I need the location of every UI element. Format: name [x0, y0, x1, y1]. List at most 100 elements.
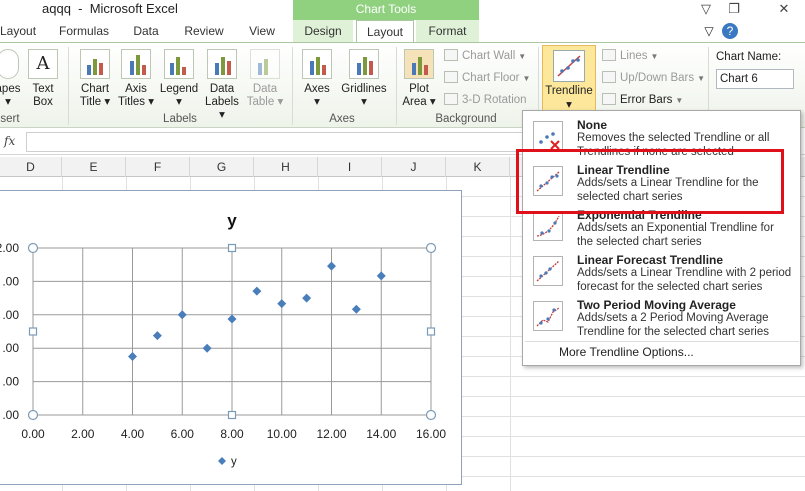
3d-rotation-button[interactable]: 3-D Rotation	[444, 91, 527, 109]
chart-title-button[interactable]: Chart Title ▾	[76, 49, 114, 109]
scatter-chart[interactable]: y 0.00 2.00 4.00 6.00 8.00 10.00 12.00 14.00 16.0…	[0, 190, 462, 485]
trendline-caret: ▾	[566, 99, 572, 111]
chart-svg: y 0.00 2.00 4.00 6.00 8.00 10.00 12.00 14.00 16.0…	[0, 211, 446, 468]
group-axes-label: Axes	[329, 113, 355, 125]
chart-name-input[interactable]: Chart 6	[716, 69, 794, 89]
menu-item-moving-average[interactable]: Two Period Moving Average Adds/sets a 2 …	[525, 295, 799, 340]
tab-page-layout[interactable]: Layout	[0, 20, 36, 42]
restore-icon[interactable]: ❐	[720, 0, 748, 20]
selection-handle	[426, 327, 436, 336]
trendline-label: Trendline	[545, 85, 593, 97]
minimize-icon[interactable]: ▽	[692, 0, 720, 20]
chart-floor-button[interactable]: Chart Floor ▼	[444, 69, 530, 87]
chart-wall-label: Chart Wall	[462, 50, 516, 62]
plot-area-icon	[404, 49, 434, 79]
group-insert-label: sert	[0, 113, 20, 125]
more-trendline-options[interactable]: More Trendline Options...	[525, 341, 799, 363]
axes-label: Axes	[304, 83, 330, 95]
lines-button[interactable]: Lines ▼	[602, 47, 658, 65]
y-tick-label: .00	[2, 408, 19, 422]
help-icon[interactable]: ?	[722, 23, 738, 39]
selection-handle	[227, 410, 237, 420]
updown-bars-button[interactable]: Up/Down Bars ▼	[602, 69, 705, 87]
x-tick-label: 4.00	[121, 427, 145, 441]
group-background-label: Background	[435, 113, 497, 125]
chevron-down-icon: ▼	[697, 74, 706, 83]
data-point	[152, 331, 162, 341]
text-box-label-1: Text	[32, 83, 54, 95]
selection-handle	[425, 242, 437, 254]
selection-handle	[27, 242, 39, 254]
tab-layout[interactable]: Layout	[356, 20, 414, 43]
menu-item-desc: Adds/sets a Linear Trendline with 2 peri…	[577, 267, 792, 293]
function-icon[interactable]: fx	[4, 134, 15, 148]
tab-review[interactable]: Review	[180, 20, 228, 42]
linear-forecast-icon	[533, 256, 563, 286]
tab-formulas[interactable]: Formulas	[56, 20, 112, 42]
column-header[interactable]: G	[190, 157, 254, 177]
group-labels-label: Labels	[163, 113, 197, 125]
x-tick-label: 8.00	[220, 427, 244, 441]
plot-area-button[interactable]: Plot Area ▾	[400, 49, 438, 109]
column-header[interactable]: D	[0, 157, 62, 177]
tab-data[interactable]: Data	[128, 20, 164, 42]
plot-area-label-1: Plot	[409, 83, 429, 95]
axis-titles-button[interactable]: Axis Titles ▾	[116, 49, 156, 109]
chart-floor-icon	[444, 71, 458, 83]
column-header[interactable]: E	[62, 157, 126, 177]
formula-input[interactable]	[26, 132, 526, 152]
shapes-button[interactable]: apes ▾	[0, 49, 22, 109]
data-labels-button[interactable]: Data Labels ▾	[202, 49, 242, 122]
column-header[interactable]: H	[254, 157, 318, 177]
collapse-ribbon-icon[interactable]: ▽	[700, 23, 718, 39]
chart-wall-icon	[444, 49, 458, 61]
axes-icon	[302, 49, 332, 79]
title-bar: aqqq - Microsoft Excel Chart Tools ▽ ❐ ✕	[0, 0, 805, 22]
gridlines-button[interactable]: Gridlines ▾	[340, 49, 388, 109]
lines-icon	[602, 49, 616, 61]
gridlines-icon	[349, 49, 379, 79]
chart-wall-button[interactable]: Chart Wall ▼	[444, 47, 526, 65]
menu-item-title: None	[577, 118, 607, 132]
close-icon[interactable]: ✕	[770, 0, 798, 20]
trendline-icon	[553, 50, 585, 82]
legend-icon	[164, 49, 194, 79]
data-point	[376, 271, 386, 281]
x-tick-label: 12.00	[316, 427, 346, 441]
shapes-caret: ▾	[5, 96, 11, 108]
menu-item-linear-forecast-trendline[interactable]: Linear Forecast Trendline Adds/sets a Li…	[525, 250, 799, 295]
y-tick-label: .00	[2, 308, 19, 322]
data-table-button[interactable]: Data Table ▾	[244, 49, 286, 109]
axes-button[interactable]: Axes ▾	[298, 49, 336, 109]
legend-caret: ▾	[176, 96, 182, 108]
chart-tools-header: Chart Tools	[293, 0, 479, 20]
data-point	[252, 286, 262, 296]
axes-caret: ▾	[314, 96, 320, 108]
error-bars-button[interactable]: Error Bars ▼	[602, 91, 683, 109]
tab-format[interactable]: Format	[416, 20, 479, 42]
no-trendline-icon	[533, 121, 563, 151]
axis-titles-label-2: Titles ▾	[117, 96, 155, 108]
chart-title-icon	[80, 49, 110, 79]
data-point	[302, 293, 312, 303]
column-header[interactable]: K	[446, 157, 510, 177]
error-bars-icon	[602, 93, 616, 105]
chart-title-label-1: Chart	[80, 83, 110, 95]
selection-handle	[28, 327, 38, 336]
legend-marker	[218, 457, 226, 465]
column-header[interactable]: J	[382, 157, 446, 177]
ribbon-separator	[68, 47, 69, 125]
x-tick-label: 10.00	[267, 427, 297, 441]
tab-design[interactable]: Design	[293, 20, 353, 42]
tab-view[interactable]: View	[245, 20, 279, 42]
lines-label: Lines	[620, 50, 648, 62]
legend-button[interactable]: Legend ▾	[158, 49, 200, 109]
error-bars-label: Error Bars	[620, 94, 673, 106]
text-box-button[interactable]: A Text Box	[28, 49, 58, 109]
data-point	[227, 314, 237, 324]
grid-line	[510, 177, 511, 491]
axis-titles-label-1: Axis	[125, 83, 147, 95]
column-header[interactable]: F	[126, 157, 190, 177]
column-header[interactable]: I	[318, 157, 382, 177]
plot-area-label-2: Area ▾	[402, 96, 436, 108]
